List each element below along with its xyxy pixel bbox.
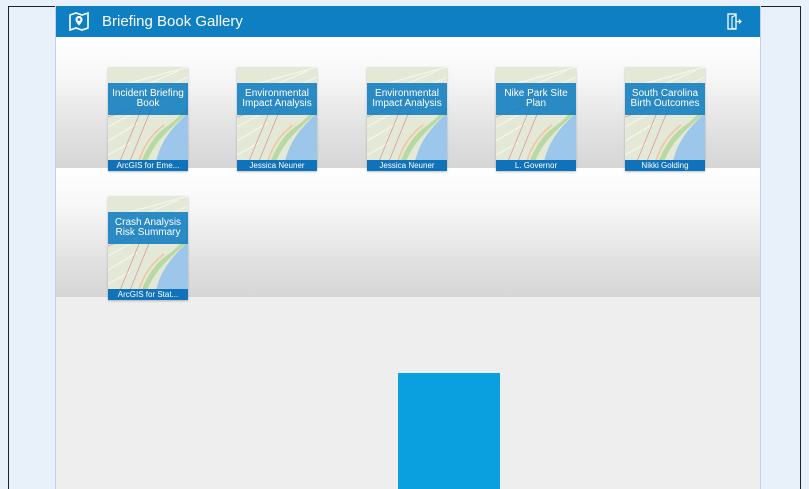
briefing-book-card[interactable]: Environmental Impact Analysis Jessica Neu…: [237, 67, 317, 171]
gallery-app: Briefing Book Gallery Incident Briefing …: [55, 6, 761, 489]
book-author: ArcGIS for Eme...: [108, 160, 188, 171]
book-title: Nike Park Site Plan: [496, 83, 576, 115]
map-marker-book-icon: [69, 11, 89, 32]
briefing-book-card[interactable]: Crash Analysis Risk Summary ArcGIS for St…: [108, 196, 188, 300]
book-title: Environmental Impact Analysis: [367, 83, 447, 115]
book-author: Jessica Neuner: [237, 160, 317, 171]
loading-indicator: [398, 373, 500, 489]
book-title: Incident Briefing Book: [108, 83, 188, 115]
book-author: Jessica Neuner: [367, 160, 447, 171]
book-title: Environmental Impact Analysis: [237, 83, 317, 115]
book-author: L. Governor: [496, 160, 576, 171]
app-header: Briefing Book Gallery: [56, 6, 760, 37]
book-author: Nikki Golding: [625, 160, 705, 171]
book-title: South Carolina Birth Outcomes: [625, 83, 705, 115]
book-author: ArcGIS for Stat...: [108, 289, 188, 300]
book-title: Crash Analysis Risk Summary: [108, 212, 188, 244]
briefing-book-card[interactable]: Incident Briefing Book ArcGIS for Eme...: [108, 67, 188, 171]
briefing-book-card[interactable]: South Carolina Birth Outcomes Nikki Goldi…: [625, 67, 705, 171]
briefing-book-card[interactable]: Environmental Impact Analysis Jessica Neu…: [367, 67, 447, 171]
briefing-book-card[interactable]: Nike Park Site Plan L. Governor: [496, 67, 576, 171]
page-title: Briefing Book Gallery: [102, 13, 243, 30]
sign-out-icon[interactable]: [727, 13, 742, 30]
